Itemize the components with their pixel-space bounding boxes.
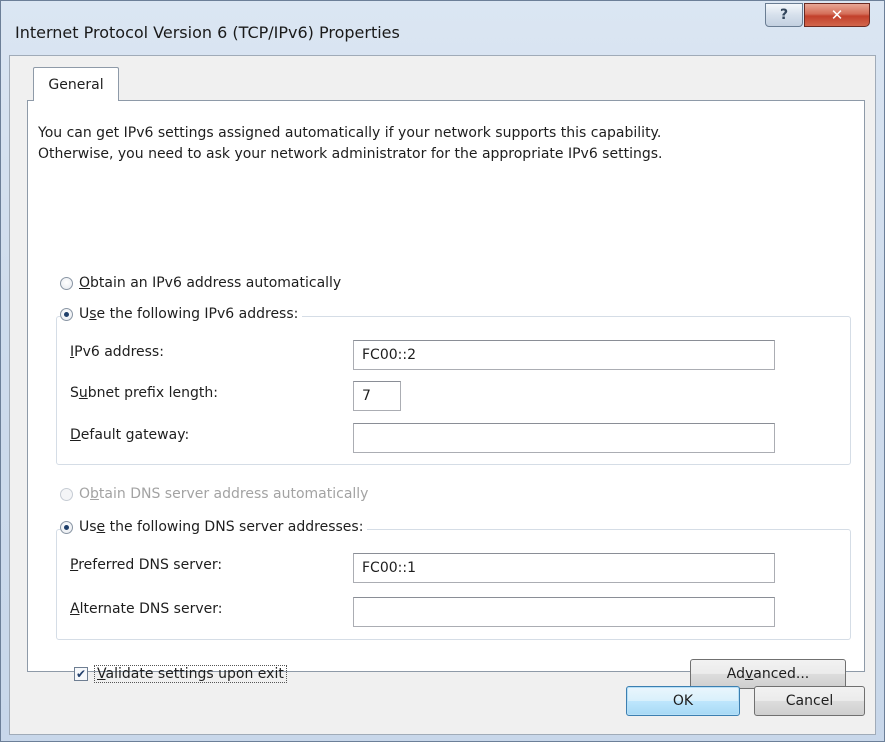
- alternate-dns-input[interactable]: [353, 597, 775, 627]
- radio-button-disabled-icon: [60, 487, 73, 501]
- dialog-window: Internet Protocol Version 6 (TCP/IPv6) P…: [0, 0, 885, 742]
- ipv6-address-label: IPv6 address:: [70, 344, 164, 360]
- preferred-dns-input[interactable]: FC00::1: [353, 553, 775, 583]
- radio-button-checked-icon: [60, 520, 73, 534]
- ipv6-address-input[interactable]: FC00::2: [353, 340, 775, 370]
- title-bar[interactable]: Internet Protocol Version 6 (TCP/IPv6) P…: [1, 1, 884, 57]
- cancel-button[interactable]: Cancel: [754, 686, 865, 716]
- default-gateway-label: Default gateway:: [70, 427, 190, 443]
- radio-obtain-dns-auto-label: Obtain DNS server address automatically: [79, 486, 369, 502]
- radio-obtain-dns-auto[interactable]: Obtain DNS server address automatically: [60, 486, 373, 502]
- ok-button[interactable]: OK: [626, 686, 740, 716]
- dialog-client-area: General You can get IPv6 settings assign…: [9, 55, 876, 735]
- checkmark-icon: ✔: [74, 667, 88, 681]
- help-icon: ?: [779, 7, 789, 23]
- subnet-prefix-length-input[interactable]: 7: [353, 381, 401, 411]
- help-button[interactable]: ?: [765, 3, 803, 27]
- general-tab-panel: You can get IPv6 settings assigned autom…: [27, 100, 865, 689]
- validate-settings-checkbox[interactable]: ✔ Validate settings upon exit: [74, 665, 287, 683]
- tab-general-label: General: [48, 76, 104, 93]
- preferred-dns-label: Preferred DNS server:: [70, 557, 223, 573]
- radio-use-ipv6-address[interactable]: Use the following IPv6 address:: [60, 306, 303, 322]
- cancel-button-label: Cancel: [785, 693, 834, 709]
- radio-button-checked-icon: [60, 307, 73, 321]
- advanced-button[interactable]: Advanced...: [690, 659, 846, 689]
- radio-obtain-ipv6-auto[interactable]: Obtain an IPv6 address automatically: [60, 275, 346, 291]
- tab-general[interactable]: General: [33, 67, 119, 101]
- alternate-dns-label: Alternate DNS server:: [70, 601, 223, 617]
- window-title: Internet Protocol Version 6 (TCP/IPv6) P…: [15, 23, 400, 42]
- advanced-button-label: Advanced...: [726, 666, 810, 682]
- ok-button-label: OK: [672, 693, 694, 709]
- default-gateway-input[interactable]: [353, 423, 775, 453]
- radio-button-icon: [60, 276, 73, 290]
- description-text: You can get IPv6 settings assigned autom…: [38, 125, 663, 162]
- radio-obtain-ipv6-auto-label: Obtain an IPv6 address automatically: [79, 275, 342, 291]
- validate-settings-label: Validate settings upon exit: [94, 665, 287, 683]
- subnet-prefix-length-label: Subnet prefix length:: [70, 385, 218, 401]
- radio-use-ipv6-address-label: Use the following IPv6 address:: [79, 306, 299, 322]
- radio-use-dns-servers-label: Use the following DNS server addresses:: [79, 519, 364, 535]
- close-icon: ✕: [830, 6, 844, 24]
- close-button[interactable]: ✕: [804, 3, 870, 27]
- radio-use-dns-servers[interactable]: Use the following DNS server addresses:: [60, 519, 368, 535]
